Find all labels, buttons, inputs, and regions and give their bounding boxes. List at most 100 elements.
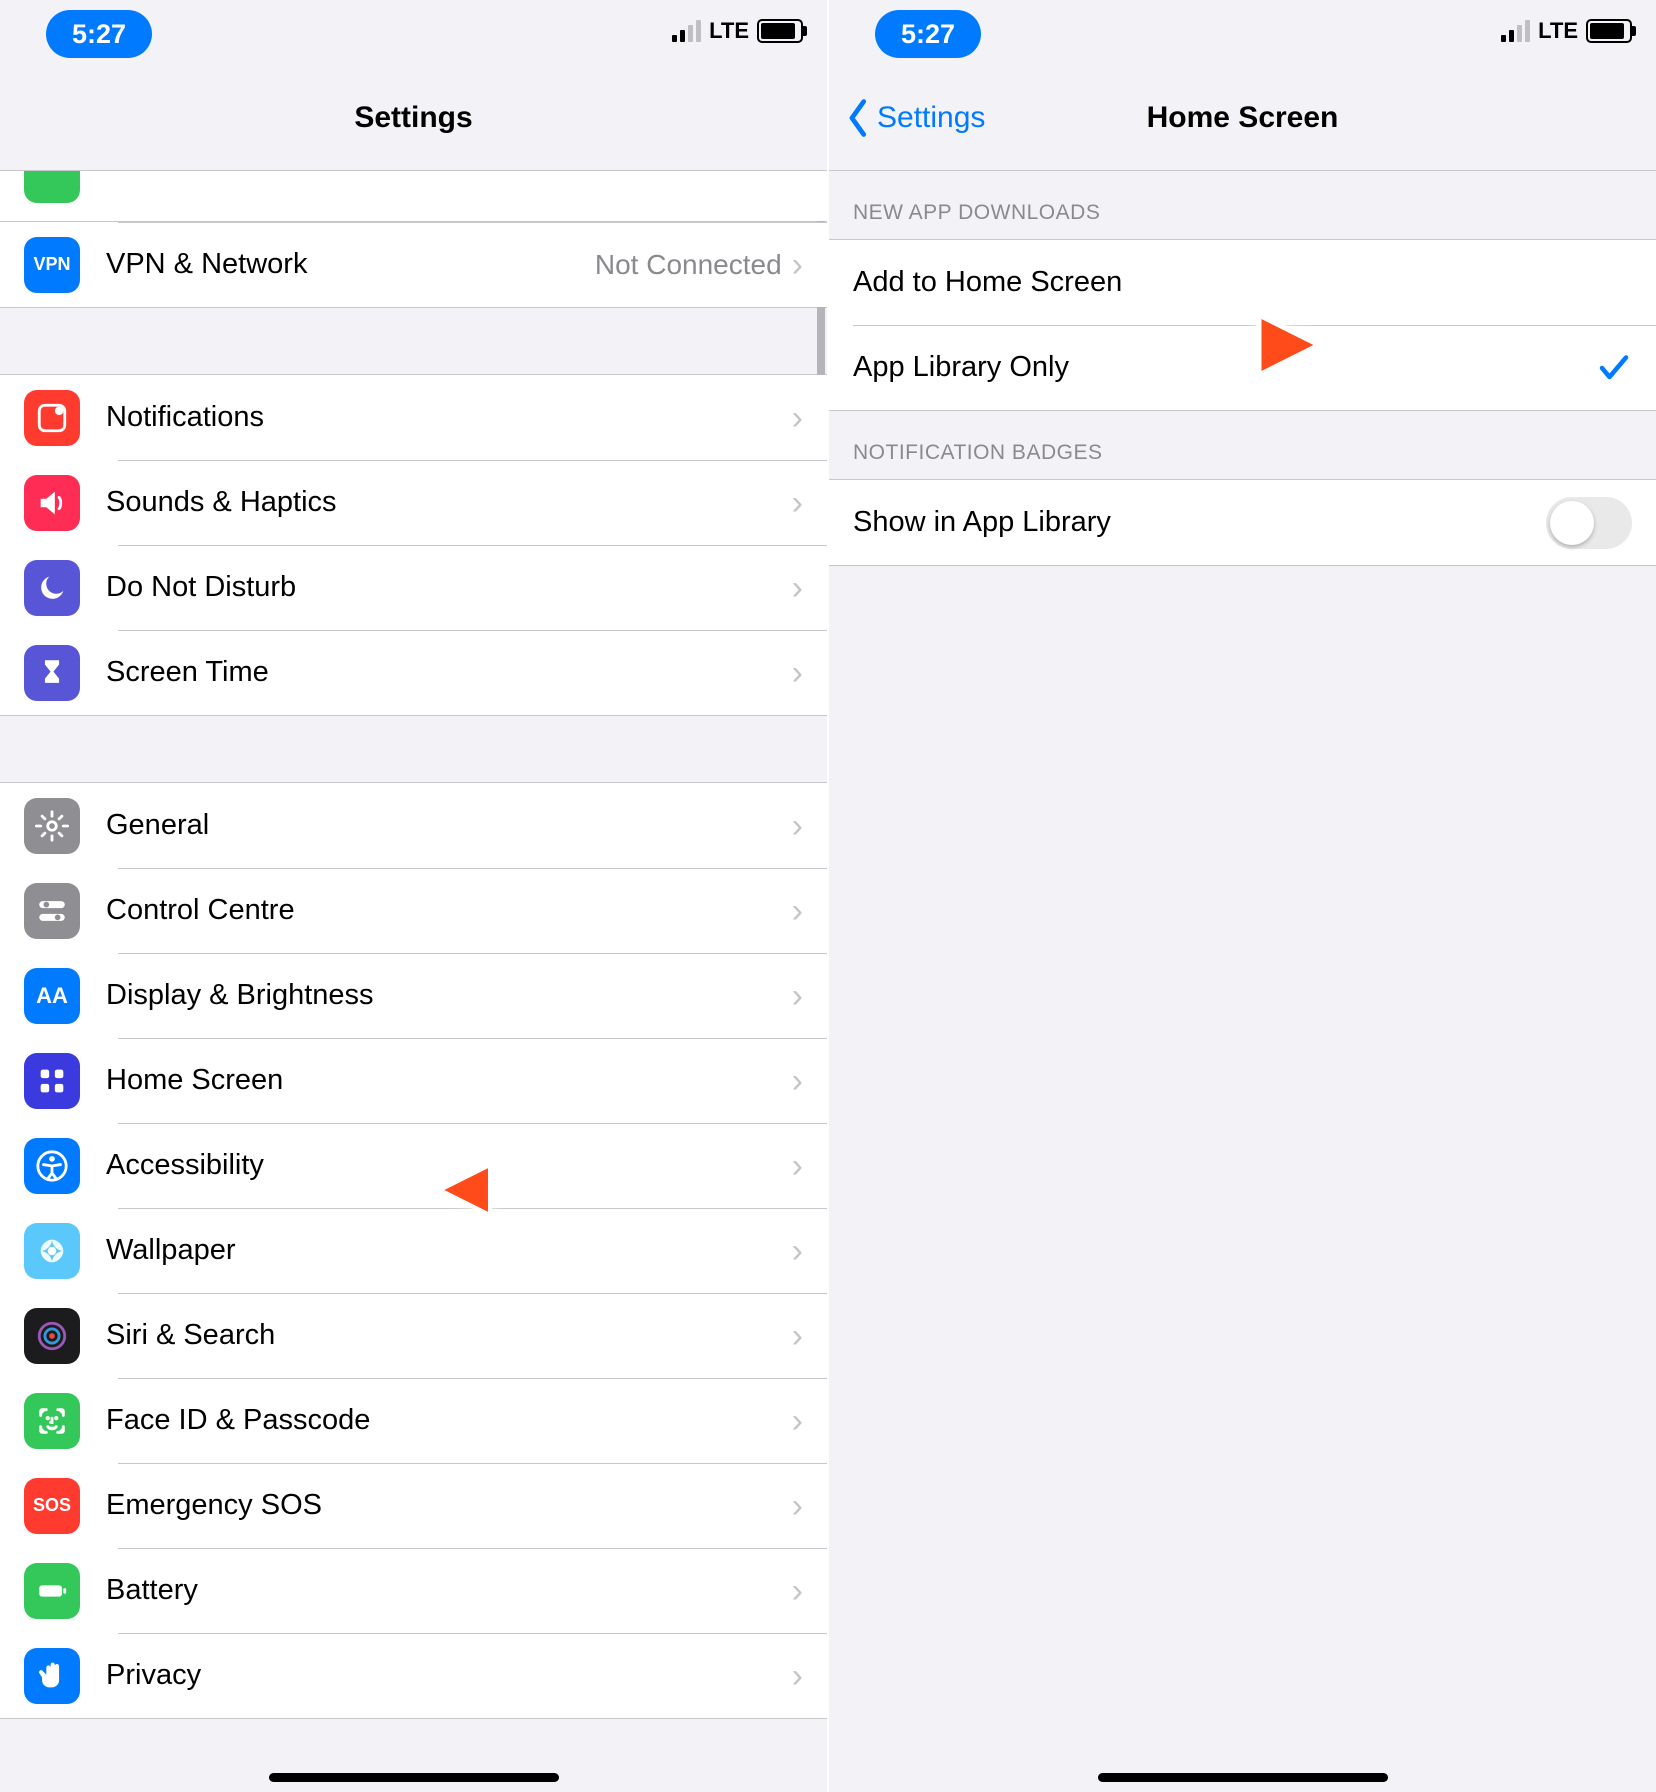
chevron-right-icon: ›	[792, 1659, 803, 1693]
vpn-icon: VPN	[24, 237, 80, 293]
generic-icon	[24, 171, 80, 203]
settings-row-sounds[interactable]: Sounds & Haptics ›	[0, 460, 827, 545]
settings-row-siri[interactable]: Siri & Search ›	[0, 1293, 827, 1378]
row-label: App Library Only	[853, 351, 1069, 384]
settings-row-general[interactable]: General ›	[0, 783, 827, 868]
battery-row-icon	[24, 1563, 80, 1619]
row-label: Home Screen	[106, 1064, 283, 1097]
text-size-icon: AA	[24, 968, 80, 1024]
moon-icon	[24, 560, 80, 616]
section-header-badges: Notification Badges	[829, 411, 1656, 479]
accessibility-icon	[24, 1138, 80, 1194]
home-screen-icon	[24, 1053, 80, 1109]
phone-home-screen-settings: 5:27 LTE Settings Home Screen New App Do…	[829, 0, 1656, 1792]
hand-icon	[24, 1648, 80, 1704]
nav-bar: Settings	[0, 66, 827, 171]
home-screen-settings-content: New App Downloads Add to Home Screen App…	[829, 171, 1656, 1792]
battery-icon	[757, 19, 803, 43]
checkmark-icon	[1596, 350, 1632, 386]
chevron-right-icon: ›	[792, 1574, 803, 1608]
home-indicator[interactable]	[269, 1773, 559, 1782]
settings-row-dnd[interactable]: Do Not Disturb ›	[0, 545, 827, 630]
notifications-icon	[24, 390, 80, 446]
status-bar: 5:27 LTE	[829, 0, 1656, 66]
back-button[interactable]: Settings	[843, 66, 985, 170]
row-label: Display & Brightness	[106, 979, 374, 1012]
settings-row-display[interactable]: AA Display & Brightness ›	[0, 953, 827, 1038]
section-header-downloads: New App Downloads	[829, 171, 1656, 239]
chevron-right-icon: ›	[792, 248, 803, 282]
row-label: General	[106, 809, 209, 842]
row-label: Accessibility	[106, 1149, 264, 1182]
chevron-left-icon	[843, 98, 875, 138]
settings-row-accessibility[interactable]: Accessibility ›	[0, 1123, 827, 1208]
siri-icon	[24, 1308, 80, 1364]
network-label: LTE	[1538, 18, 1578, 44]
home-indicator[interactable]	[1098, 1773, 1388, 1782]
battery-icon	[1586, 19, 1632, 43]
faceid-icon	[24, 1393, 80, 1449]
settings-row-home-screen[interactable]: Home Screen ›	[0, 1038, 827, 1123]
status-bar: 5:27 LTE	[0, 0, 827, 66]
row-label: Face ID & Passcode	[106, 1404, 370, 1437]
network-label: LTE	[709, 18, 749, 44]
chevron-right-icon: ›	[792, 1319, 803, 1353]
settings-row-vpn[interactable]: VPN VPN & Network Not Connected ›	[0, 222, 827, 307]
settings-row-battery[interactable]: Battery ›	[0, 1548, 827, 1633]
chevron-right-icon: ›	[792, 571, 803, 605]
row-label: Emergency SOS	[106, 1489, 322, 1522]
row-label: Privacy	[106, 1659, 201, 1692]
wallpaper-icon	[24, 1223, 80, 1279]
row-label: Battery	[106, 1574, 198, 1607]
chevron-right-icon: ›	[792, 1149, 803, 1183]
row-detail: Not Connected	[595, 249, 782, 281]
chevron-right-icon: ›	[792, 656, 803, 690]
settings-row-sos[interactable]: SOS Emergency SOS ›	[0, 1463, 827, 1548]
arrow-right-annotation-icon	[1099, 295, 1329, 395]
arrow-left-annotation-icon	[430, 1145, 650, 1235]
settings-row-control-centre[interactable]: Control Centre ›	[0, 868, 827, 953]
settings-row-faceid[interactable]: Face ID & Passcode ›	[0, 1378, 827, 1463]
chevron-right-icon: ›	[792, 1404, 803, 1438]
signal-icon	[1501, 20, 1530, 42]
sos-icon: SOS	[24, 1478, 80, 1534]
row-label: Control Centre	[106, 894, 295, 927]
chevron-right-icon: ›	[792, 1064, 803, 1098]
settings-row-screentime[interactable]: Screen Time ›	[0, 630, 827, 715]
status-right: LTE	[1501, 18, 1632, 44]
settings-row-privacy[interactable]: Privacy ›	[0, 1633, 827, 1718]
toggle-switch[interactable]	[1546, 497, 1632, 549]
page-title: Settings	[354, 101, 472, 135]
signal-icon	[672, 20, 701, 42]
page-title: Home Screen	[1147, 101, 1339, 135]
row-label: Wallpaper	[106, 1234, 235, 1267]
row-show-in-app-library[interactable]: Show in App Library	[829, 480, 1656, 565]
time-pill[interactable]: 5:27	[46, 10, 152, 58]
row-label: Show in App Library	[853, 506, 1111, 539]
row-label: Siri & Search	[106, 1319, 275, 1352]
time-pill[interactable]: 5:27	[875, 10, 981, 58]
gear-icon	[24, 798, 80, 854]
settings-list[interactable]: VPN VPN & Network Not Connected › Notifi…	[0, 171, 827, 1792]
hourglass-icon	[24, 645, 80, 701]
row-label: Screen Time	[106, 656, 269, 689]
back-label: Settings	[877, 101, 985, 135]
toggles-icon	[24, 883, 80, 939]
settings-row-wallpaper[interactable]: Wallpaper ›	[0, 1208, 827, 1293]
row-label: Notifications	[106, 401, 264, 434]
settings-row-notifications[interactable]: Notifications ›	[0, 375, 827, 460]
chevron-right-icon: ›	[792, 894, 803, 928]
chevron-right-icon: ›	[792, 486, 803, 520]
row-label: Add to Home Screen	[853, 266, 1122, 299]
phone-settings: 5:27 LTE Settings VPN VPN	[0, 0, 829, 1792]
row-label: Sounds & Haptics	[106, 486, 337, 519]
chevron-right-icon: ›	[792, 1234, 803, 1268]
settings-row-partial[interactable]	[0, 171, 827, 221]
row-label: VPN & Network	[106, 248, 307, 281]
chevron-right-icon: ›	[792, 401, 803, 435]
sounds-icon	[24, 475, 80, 531]
status-right: LTE	[672, 18, 803, 44]
row-label: Do Not Disturb	[106, 571, 296, 604]
nav-bar: Settings Home Screen	[829, 66, 1656, 171]
chevron-right-icon: ›	[792, 979, 803, 1013]
